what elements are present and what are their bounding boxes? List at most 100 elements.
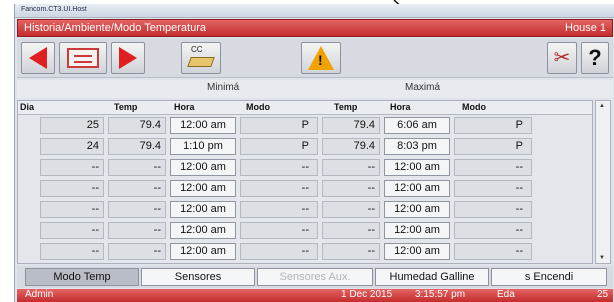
col-min-modo: Modo	[246, 102, 270, 112]
previous-button[interactable]	[21, 42, 55, 74]
tab-modo-temp[interactable]: Modo Temp	[25, 268, 139, 286]
cell-max-modo: P	[454, 138, 532, 155]
cc-card-icon: CC	[187, 45, 215, 71]
cell-max-hora[interactable]: 6:06 am	[384, 117, 450, 134]
cell-min-hora[interactable]: 12:00 am	[170, 222, 236, 239]
warning-icon: !	[308, 46, 334, 70]
status-time: 3:15:57 pm	[415, 289, 466, 300]
col-max-temp: Temp	[334, 102, 358, 112]
cell-max-temp: --	[322, 159, 380, 176]
cell-dia: --	[40, 243, 104, 260]
arrow-right-icon	[119, 47, 137, 69]
cell-min-hora[interactable]: 12:00 am	[170, 180, 236, 197]
warning-button[interactable]: !	[301, 42, 341, 74]
help-icon: ?	[588, 45, 602, 70]
cell-min-hora[interactable]: 12:00 am	[170, 117, 236, 134]
scroll-down-icon[interactable]: ▼	[599, 255, 605, 261]
window-title: Fancom.CT3.UI.Host	[15, 4, 614, 18]
cc-label: CC	[191, 45, 203, 54]
cell-max-hora[interactable]: 12:00 am	[384, 159, 450, 176]
cell-dia: --	[40, 201, 104, 218]
table-row: 25 79.4 12:00 am P 79.4 6:06 am P	[18, 115, 592, 136]
cell-max-hora[interactable]: 12:00 am	[384, 180, 450, 197]
status-user: Admin	[25, 289, 54, 300]
cell-max-temp: --	[322, 201, 380, 218]
cell-min-modo: P	[240, 117, 318, 134]
cell-max-temp: --	[322, 180, 380, 197]
cell-max-modo: P	[454, 117, 532, 134]
cell-dia: --	[40, 222, 104, 239]
help-button[interactable]: ?	[581, 42, 609, 74]
table-row: -- -- 12:00 am -- -- 12:00 am --	[18, 220, 592, 241]
cell-max-modo: --	[454, 201, 532, 218]
cell-max-temp: --	[322, 243, 380, 260]
min-group-label: Minimá	[207, 82, 240, 93]
cell-dia: --	[40, 159, 104, 176]
tab-sensores-aux[interactable]: Sensores Aux.	[257, 268, 373, 286]
cell-min-temp: --	[108, 243, 166, 260]
cell-min-hora[interactable]: 12:00 am	[170, 159, 236, 176]
cell-min-hora[interactable]: 1:10 pm	[170, 138, 236, 155]
cell-max-hora[interactable]: 12:00 am	[384, 201, 450, 218]
col-min-hora: Hora	[174, 102, 195, 112]
cell-dia: 24	[40, 138, 104, 155]
cell-dia: --	[40, 180, 104, 197]
cell-min-hora[interactable]: 12:00 am	[170, 201, 236, 218]
col-max-modo: Modo	[462, 102, 486, 112]
tools-button[interactable]: ✂	[547, 42, 577, 74]
cell-min-temp: 79.4	[108, 117, 166, 134]
tools-icon: ✂	[553, 47, 571, 69]
table-scrollbar[interactable]: ▲ ▼	[595, 100, 611, 264]
next-button[interactable]	[111, 42, 145, 74]
temperature-history-table: Dia Temp Hora Modo Temp Hora Modo 25 79.4…	[17, 100, 593, 264]
cell-max-hora[interactable]: 8:03 pm	[384, 138, 450, 155]
cell-min-temp: --	[108, 201, 166, 218]
document-button[interactable]	[59, 42, 107, 74]
table-row: 24 79.4 1:10 pm P 79.4 8:03 pm P	[18, 136, 592, 157]
scroll-up-icon[interactable]: ▲	[599, 103, 605, 109]
cell-max-modo: --	[454, 222, 532, 239]
tab-bar: Modo Temp Sensores Sensores Aux. Humedad…	[17, 266, 613, 288]
cell-max-temp: 79.4	[322, 117, 380, 134]
cell-min-modo: P	[240, 138, 318, 155]
table-header: Dia Temp Hora Modo Temp Hora Modo	[18, 101, 592, 115]
cell-dia: 25	[40, 117, 104, 134]
cell-min-modo: --	[240, 180, 318, 197]
col-max-hora: Hora	[390, 102, 411, 112]
col-min-temp: Temp	[114, 102, 138, 112]
cell-max-hora[interactable]: 12:00 am	[384, 222, 450, 239]
arrow-left-icon	[29, 47, 47, 69]
status-age-label: Eda	[497, 289, 515, 300]
tab-humedad-galline[interactable]: Humedad Galline	[375, 268, 489, 286]
tab-encendido[interactable]: s Encendi	[491, 268, 607, 286]
status-bar: Admin 1 Dec 2015 3:15:57 pm Eda 25	[17, 289, 613, 302]
screen-title: Historia/Ambiente/Modo Temperatura	[24, 22, 206, 34]
cell-max-temp: --	[322, 222, 380, 239]
house-label: House 1	[565, 22, 606, 34]
cell-min-temp: --	[108, 222, 166, 239]
col-dia: Dia	[20, 102, 35, 112]
cell-min-temp: --	[108, 159, 166, 176]
group-header-row: Minimá Maximá	[17, 80, 613, 98]
cell-min-modo: --	[240, 243, 318, 260]
cc-card-button[interactable]: CC	[181, 42, 221, 74]
cell-min-modo: --	[240, 222, 318, 239]
status-date: 1 Dec 2015	[341, 289, 393, 300]
document-icon	[67, 48, 99, 68]
status-age-value: 25	[597, 289, 609, 300]
table-row: -- -- 12:00 am -- -- 12:00 am --	[18, 157, 592, 178]
table-row: -- -- 12:00 am -- -- 12:00 am --	[18, 241, 592, 262]
tab-sensores[interactable]: Sensores	[141, 268, 255, 286]
screen-header-bar: Historia/Ambiente/Modo Temperatura House…	[17, 19, 613, 37]
table-row: -- -- 12:00 am -- -- 12:00 am --	[18, 178, 592, 199]
cell-max-modo: --	[454, 159, 532, 176]
cell-max-modo: --	[454, 243, 532, 260]
cell-min-modo: --	[240, 159, 318, 176]
cell-min-temp: 79.4	[108, 138, 166, 155]
cell-min-hora[interactable]: 12:00 am	[170, 243, 236, 260]
application-window: Fancom.CT3.UI.Host Historia/Ambiente/Mod…	[14, 4, 614, 302]
max-group-label: Maximá	[405, 82, 441, 93]
cell-max-hora[interactable]: 12:00 am	[384, 243, 450, 260]
toolbar: CC ! ✂ ?	[17, 38, 613, 78]
table-row: -- -- 12:00 am -- -- 12:00 am --	[18, 199, 592, 220]
